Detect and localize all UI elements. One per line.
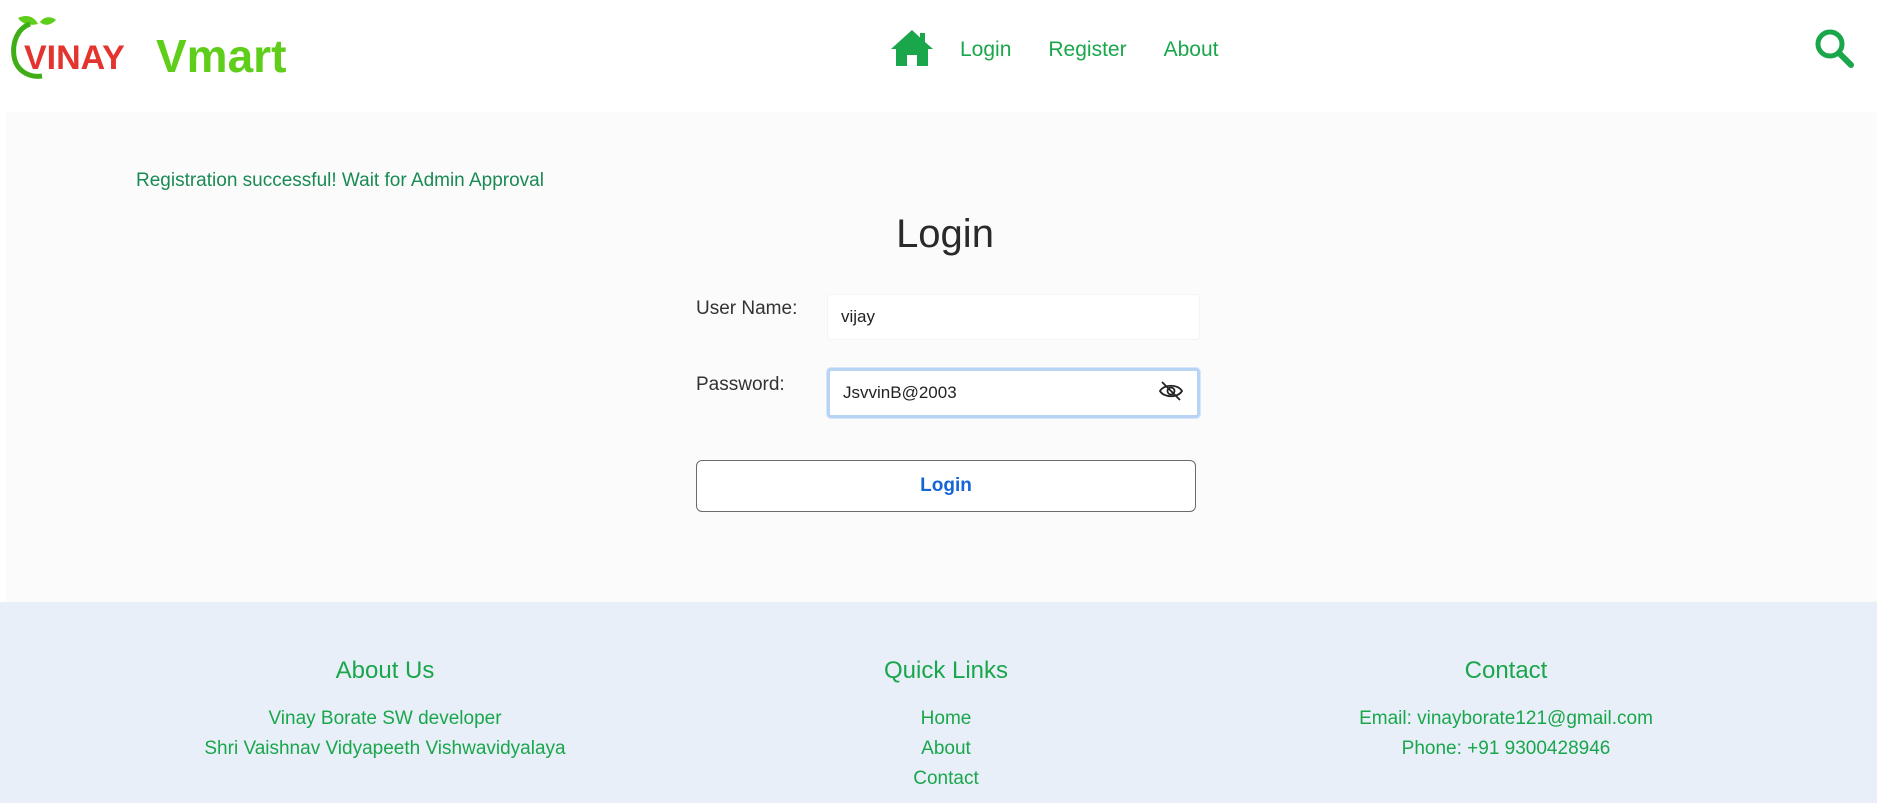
username-label: User Name: xyxy=(696,298,798,319)
search-icon xyxy=(1814,28,1854,73)
footer-link-about[interactable]: About xyxy=(746,734,1146,764)
brand-logo[interactable]: VINAY Vmart xyxy=(10,12,300,88)
footer-contact-heading: Contact xyxy=(1464,657,1548,684)
site-header: VINAY Vmart Login Register About xyxy=(0,0,1877,112)
svg-text:Vmart: Vmart xyxy=(156,30,286,82)
footer-links-heading: Quick Links xyxy=(883,657,1009,684)
site-footer: About Us Vinay Borate SW developer Shri … xyxy=(0,602,1877,803)
username-input[interactable]: vijay xyxy=(827,294,1200,340)
search-button[interactable] xyxy=(1810,26,1858,74)
nav-register-link[interactable]: Register xyxy=(1048,28,1126,72)
footer-contact: Contact Email: vinayborate121@gmail.com … xyxy=(1306,602,1706,764)
footer-about-heading: About Us xyxy=(335,657,435,684)
svg-text:VINAY: VINAY xyxy=(24,39,125,77)
password-value: JsvvinB@2003 xyxy=(843,383,957,402)
page-title: Login xyxy=(896,212,994,256)
nav-login-link[interactable]: Login xyxy=(960,28,1011,72)
password-visibility-toggle[interactable] xyxy=(1157,380,1185,407)
logo-graphic: VINAY Vmart xyxy=(11,16,286,82)
login-section: Registration successful! Wait for Admin … xyxy=(6,112,1877,602)
main-nav: Login Register About xyxy=(888,28,1255,72)
footer-about-line: Vinay Borate SW developer xyxy=(268,708,502,729)
password-input[interactable]: JsvvinB@2003 xyxy=(827,368,1200,418)
footer-contact-email: Email: vinayborate121@gmail.com xyxy=(1359,708,1653,729)
footer-contact-phone: Phone: +91 9300428946 xyxy=(1401,738,1611,759)
footer-quick-links: Quick Links Home About Contact xyxy=(746,602,1146,794)
login-button[interactable]: Login xyxy=(696,460,1196,512)
flash-message: Registration successful! Wait for Admin … xyxy=(136,170,544,191)
username-value: vijay xyxy=(841,307,876,326)
footer-about-line: Shri Vaishnav Vidyapeeth Vishwavidyalaya xyxy=(204,738,566,759)
nav-about-link[interactable]: About xyxy=(1164,28,1219,72)
home-button[interactable] xyxy=(888,28,936,72)
footer-link-home[interactable]: Home xyxy=(746,704,1146,734)
footer-about: About Us Vinay Borate SW developer Shri … xyxy=(185,602,585,764)
password-label: Password: xyxy=(696,374,785,395)
footer-link-contact[interactable]: Contact xyxy=(746,764,1146,794)
eye-off-icon xyxy=(1158,380,1184,407)
home-icon xyxy=(889,28,935,73)
